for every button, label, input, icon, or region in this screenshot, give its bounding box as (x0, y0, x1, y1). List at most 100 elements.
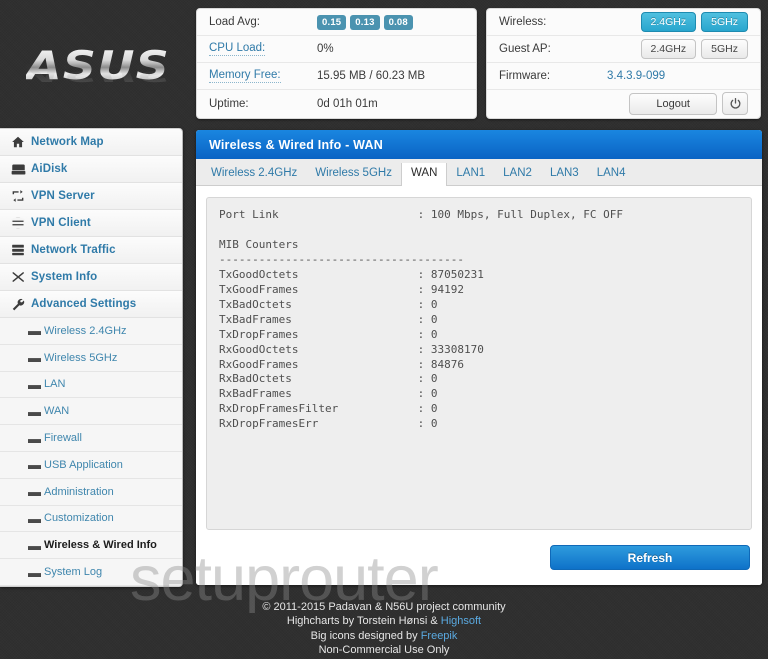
guest-ap-5ghz-button[interactable]: 5GHz (701, 39, 748, 59)
system-status-panel: Load Avg: 0.15 0.13 0.08 CPU Load: 0% Me… (196, 8, 477, 119)
sidebar-subitem-wan[interactable]: ▬ WAN (0, 398, 182, 426)
sidebar-label-network-map: Network Map (31, 136, 104, 148)
sidebar-sublabel-wireless-5ghz: Wireless 5GHz (44, 351, 118, 364)
router-admin-page: ASUS ASUS Load Avg: 0.15 0.13 0.08 CPU L… (0, 0, 768, 659)
sidebar-sublabel-customization: Customization (44, 512, 114, 525)
sidebar-label-network-traffic: Network Traffic (31, 244, 116, 256)
guest-ap-buttons: 2.4GHz 5GHz (636, 39, 748, 59)
session-buttons: Logout (629, 92, 748, 115)
firmware-label: Firmware: (499, 70, 551, 82)
sidebar-sublabel-wan: WAN (44, 405, 70, 418)
sidebar-subitem-customization[interactable]: ▬ Customization (0, 505, 182, 533)
dash-icon: ▬ (28, 430, 41, 446)
wireless-label: Wireless: (499, 16, 547, 28)
page-title: Wireless & Wired Info - WAN (196, 130, 762, 159)
sidebar-subitem-administration[interactable]: ▬ Administration (0, 478, 182, 506)
memory-free-link[interactable]: Memory Free: (209, 69, 281, 83)
sidebar-label-aidisk: AiDisk (31, 163, 68, 175)
sidebar-sublabel-system-log: System Log (44, 566, 103, 579)
cpu-load-label-wrap: CPU Load: (209, 42, 317, 56)
sidebar-label-advanced-settings: Advanced Settings (31, 298, 137, 310)
footer-icons: Big icons designed by Freepik (0, 629, 768, 643)
load-avg-badge-1: 0.15 (317, 14, 347, 30)
uptime-row: Uptime: 0d 01h 01m (197, 90, 476, 117)
sidebar-label-system-info: System Info (31, 271, 98, 283)
port-info-console: Port Link : 100 Mbps, Full Duplex, FC OF… (206, 197, 752, 530)
cpu-load-link[interactable]: CPU Load: (209, 42, 266, 56)
logout-button[interactable]: Logout (629, 92, 717, 115)
sidebar-item-vpn-server[interactable]: VPN Server (0, 183, 182, 210)
dash-icon: ▬ (28, 484, 41, 500)
wireless-24ghz-button[interactable]: 2.4GHz (640, 12, 697, 32)
tab-wan[interactable]: WAN (400, 162, 448, 186)
shuffle-icon (11, 270, 31, 284)
wireless-row: Wireless: 2.4GHz 5GHz (487, 9, 760, 36)
load-avg-label-wrap: Load Avg: (209, 16, 317, 28)
dash-icon: ▬ (28, 510, 41, 526)
dash-icon: ▬ (28, 350, 41, 366)
sidebar-subitem-usb-application[interactable]: ▬ USB Application (0, 451, 182, 479)
sidebar-sublabel-usb-application: USB Application (44, 458, 123, 471)
main-content-panel: Wireless & Wired Info - WAN Wireless 2.4… (196, 130, 762, 585)
sidebar-sublabel-firewall: Firewall (44, 432, 82, 445)
dash-icon: ▬ (28, 376, 41, 392)
freepik-link[interactable]: Freepik (421, 630, 458, 642)
content-body: Port Link : 100 Mbps, Full Duplex, FC OF… (196, 186, 762, 530)
sidebar-item-network-traffic[interactable]: Network Traffic (0, 237, 182, 264)
dash-icon: ▬ (28, 537, 41, 553)
highsoft-link[interactable]: Highsoft (441, 615, 481, 627)
tab-lan3[interactable]: LAN3 (541, 163, 588, 186)
content-footer-actions: Refresh (196, 530, 762, 585)
sidebar-subitem-wireless-5ghz[interactable]: ▬ Wireless 5GHz (0, 344, 182, 372)
sidebar-subitem-wireless-24ghz[interactable]: ▬ Wireless 2.4GHz (0, 318, 182, 345)
load-avg-row: Load Avg: 0.15 0.13 0.08 (197, 9, 476, 36)
tab-wireless-24ghz[interactable]: Wireless 2.4GHz (202, 163, 306, 186)
guest-ap-label: Guest AP: (499, 43, 551, 55)
refresh-button[interactable]: Refresh (550, 545, 750, 570)
cpu-load-value: 0% (317, 43, 334, 55)
dash-icon: ▬ (28, 323, 41, 339)
dash-icon: ▬ (28, 564, 41, 580)
cpu-load-row: CPU Load: 0% (197, 36, 476, 63)
page-footer: © 2011-2015 Padavan & N56U project commu… (0, 597, 768, 659)
memory-free-row: Memory Free: 15.95 MB / 60.23 MB (197, 63, 476, 90)
guest-ap-24ghz-button[interactable]: 2.4GHz (640, 39, 697, 59)
tab-lan2[interactable]: LAN2 (494, 163, 541, 186)
sidebar-item-advanced-settings[interactable]: Advanced Settings (0, 291, 182, 318)
footer-license: Non-Commercial Use Only (318, 644, 450, 657)
sidebar-subitem-system-log[interactable]: ▬ System Log (0, 559, 182, 586)
load-avg-label: Load Avg: (209, 16, 260, 28)
load-avg-badge-3: 0.08 (383, 14, 413, 30)
tab-wireless-5ghz[interactable]: Wireless 5GHz (306, 163, 401, 186)
globe-icon (11, 216, 31, 230)
sidebar-sublabel-administration: Administration (44, 485, 114, 498)
wireless-buttons: 2.4GHz 5GHz (636, 12, 748, 32)
power-icon[interactable] (722, 92, 748, 115)
firmware-row: Firmware: 3.4.3.9-099 (487, 63, 760, 90)
sidebar-subitem-wireless-wired-info[interactable]: ▬ Wireless & Wired Info (0, 532, 182, 560)
footer-copyright: © 2011-2015 Padavan & N56U project commu… (262, 601, 506, 613)
home-icon (11, 135, 31, 149)
asus-logo-reflection: ASUS (26, 58, 170, 86)
sidebar-subitem-firewall[interactable]: ▬ Firewall (0, 425, 182, 452)
memory-free-label-wrap: Memory Free: (209, 69, 317, 83)
wireless-5ghz-button[interactable]: 5GHz (701, 12, 748, 32)
wireless-status-panel: Wireless: 2.4GHz 5GHz Guest AP: 2.4GHz 5… (486, 8, 761, 119)
sidebar-item-network-map[interactable]: Network Map (0, 129, 182, 156)
sidebar-item-system-info[interactable]: System Info (0, 264, 182, 291)
sidebar-item-vpn-client[interactable]: VPN Client (0, 210, 182, 237)
sidebar-subitem-lan[interactable]: ▬ LAN (0, 371, 182, 399)
load-avg-badge-2: 0.13 (350, 14, 380, 30)
sidebar-label-vpn-server: VPN Server (31, 190, 95, 202)
network-traffic-icon (11, 243, 31, 257)
wrench-icon (11, 297, 31, 311)
tab-lan1[interactable]: LAN1 (447, 163, 494, 186)
sidebar-sublabel-wireless-wired-info: Wireless & Wired Info (44, 539, 157, 552)
tab-lan4[interactable]: LAN4 (588, 163, 635, 186)
memory-free-value: 15.95 MB / 60.23 MB (317, 70, 426, 82)
footer-icons-text: Big icons designed by (310, 629, 421, 642)
sidebar-label-vpn-client: VPN Client (31, 217, 91, 229)
footer-highcharts: Highcharts by Torstein Hønsi & Highsoft (0, 614, 768, 628)
sidebar-sublabel-wireless-24ghz: Wireless 2.4GHz (44, 324, 127, 337)
sidebar-item-aidisk[interactable]: AiDisk (0, 156, 182, 183)
